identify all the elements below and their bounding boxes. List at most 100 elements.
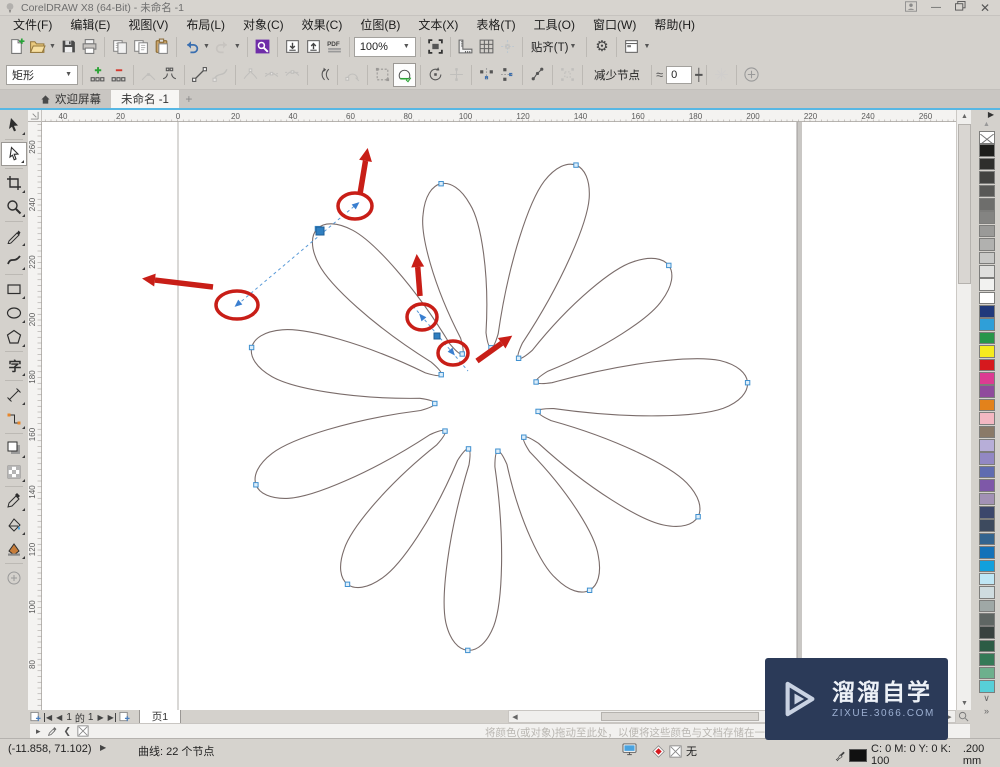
new-tab-button[interactable]: + [179, 90, 199, 108]
color-swatch-39[interactable] [978, 666, 995, 680]
customize-tool[interactable] [1, 566, 27, 590]
menu-item-8[interactable]: 表格(T) [467, 16, 524, 33]
paste-button[interactable] [151, 36, 172, 58]
zoom-level-combo[interactable]: 100% ▼ [353, 36, 416, 57]
elastic-mode-button[interactable] [527, 64, 548, 86]
curve-smoothness-control[interactable]: ≈0 ┿ [656, 65, 702, 84]
polygon-tool[interactable] [1, 325, 27, 349]
menu-item-6[interactable]: 位图(B) [351, 16, 409, 33]
menu-item-9[interactable]: 工具(O) [525, 16, 584, 33]
snap-dropdown-arrow[interactable]: ▼ [570, 43, 577, 50]
color-swatch-4[interactable] [978, 197, 995, 211]
color-swatch-14[interactable] [978, 331, 995, 345]
transparency-tool[interactable] [1, 460, 27, 484]
horizontal-ruler[interactable]: 40 20 0 20 40 60 80 100 120 140 160 180 200 220 240 260 [42, 110, 956, 123]
reduce-nodes-button[interactable]: 减少节点 [587, 64, 647, 86]
smoothness-slider-icon[interactable]: ┿ [695, 68, 702, 82]
tab-welcome-screen[interactable]: 欢迎屏幕 [30, 90, 111, 108]
color-swatch-19[interactable] [978, 398, 995, 412]
undo-button[interactable] [181, 36, 202, 58]
fullscreen-preview-button[interactable] [425, 36, 446, 58]
next-page-button[interactable]: ▶ [96, 713, 104, 722]
zoom-tool[interactable] [1, 195, 27, 219]
color-swatch-13[interactable] [978, 318, 995, 332]
rotate-nodes-button[interactable] [425, 64, 446, 86]
ruler-origin[interactable] [28, 110, 42, 122]
color-swatch-34[interactable] [978, 599, 995, 613]
import-button[interactable] [282, 36, 303, 58]
fill-status[interactable]: 无 [652, 743, 697, 759]
selection-mode-arrow[interactable]: ▼ [65, 71, 72, 78]
delete-node-button[interactable] [108, 64, 129, 86]
account-icon[interactable] [904, 0, 917, 15]
stretch-nodes-button[interactable] [372, 64, 393, 86]
color-swatch-17[interactable] [978, 372, 995, 385]
palette-expand-button[interactable]: » [984, 706, 989, 719]
vertical-scrollbar[interactable]: ▲ ▼ [956, 110, 971, 710]
customize-propbar-button[interactable] [741, 64, 762, 86]
color-swatch-8[interactable] [978, 251, 995, 265]
color-swatch-15[interactable] [978, 345, 995, 358]
pick-tool[interactable] [1, 113, 27, 137]
close-curve-button[interactable] [393, 62, 416, 87]
proof-colors-icon[interactable] [622, 743, 637, 756]
no-color-swatch[interactable] [978, 131, 995, 146]
drawing-canvas[interactable] [42, 122, 956, 710]
menu-item-2[interactable]: 视图(V) [119, 16, 177, 33]
outline-status[interactable]: C: 0 M: 0 Y: 0 K: 100 .200 mm [835, 743, 1000, 767]
launcher-dropdown-arrow[interactable]: ▼ [643, 43, 650, 50]
menu-item-0[interactable]: 文件(F) [4, 16, 61, 33]
horizontal-scroll-thumb[interactable] [601, 712, 759, 721]
color-swatch-6[interactable] [978, 224, 995, 238]
select-all-nodes-button[interactable] [557, 64, 578, 86]
color-swatch-27[interactable] [978, 505, 995, 519]
menu-item-10[interactable]: 窗口(W) [584, 16, 645, 33]
print-button[interactable] [79, 36, 100, 58]
options-button[interactable]: ⚙ [591, 36, 612, 58]
no-color-swatch[interactable] [77, 725, 89, 737]
symmetrical-node-button[interactable] [282, 64, 303, 86]
snap-options-button[interactable] [711, 64, 732, 86]
menu-item-1[interactable]: 编辑(E) [61, 16, 119, 33]
scroll-up-arrow[interactable]: ▲ [957, 110, 972, 123]
color-swatch-40[interactable] [978, 680, 995, 693]
reflect-vertical-button[interactable] [497, 64, 518, 86]
rectangle-tool[interactable] [1, 277, 27, 301]
color-swatch-32[interactable] [978, 572, 995, 586]
color-swatch-16[interactable] [978, 358, 995, 372]
show-rulers-button[interactable] [455, 36, 476, 58]
last-page-button[interactable]: ▶ [108, 712, 116, 722]
color-swatch-20[interactable] [978, 412, 995, 425]
break-curve-button[interactable] [159, 64, 180, 86]
artistic-media-tool[interactable] [1, 248, 27, 272]
drop-shadow-tool[interactable] [1, 436, 27, 460]
freehand-tool[interactable] [1, 224, 27, 248]
color-swatch-7[interactable] [978, 238, 995, 251]
scroll-left-arrow[interactable]: ◀ [509, 711, 521, 722]
new-document-button[interactable] [6, 36, 27, 58]
palette-flyout-icon[interactable]: ▸ [36, 726, 41, 737]
flower-curve-drawing[interactable] [42, 122, 956, 710]
eyedropper-icon[interactable] [47, 726, 58, 737]
color-swatch-33[interactable] [978, 586, 995, 599]
palette-scroll-down[interactable]: ∨ [983, 693, 990, 706]
crop-tool[interactable] [1, 171, 27, 195]
color-swatch-2[interactable] [978, 171, 995, 184]
application-launcher-button[interactable] [621, 36, 642, 58]
color-swatch-31[interactable] [978, 559, 995, 573]
color-swatch-12[interactable] [978, 305, 995, 318]
color-swatch-26[interactable] [978, 492, 995, 506]
color-swatch-29[interactable] [978, 532, 995, 546]
color-swatch-38[interactable] [978, 653, 995, 666]
undo-dropdown-arrow[interactable]: ▼ [203, 43, 210, 50]
menu-item-4[interactable]: 对象(C) [234, 16, 293, 33]
color-swatch-18[interactable] [978, 385, 995, 399]
smooth-node-button[interactable] [261, 64, 282, 86]
color-swatch-11[interactable] [978, 291, 995, 305]
menu-item-7[interactable]: 文本(X) [409, 16, 467, 33]
collapse-icon[interactable]: ❮ [64, 726, 72, 737]
add-page-icon[interactable] [30, 711, 41, 723]
snap-to-menu[interactable]: 贴齐(T) ▼ [527, 36, 583, 58]
ellipse-tool[interactable] [1, 301, 27, 325]
copy-button[interactable] [130, 36, 151, 58]
